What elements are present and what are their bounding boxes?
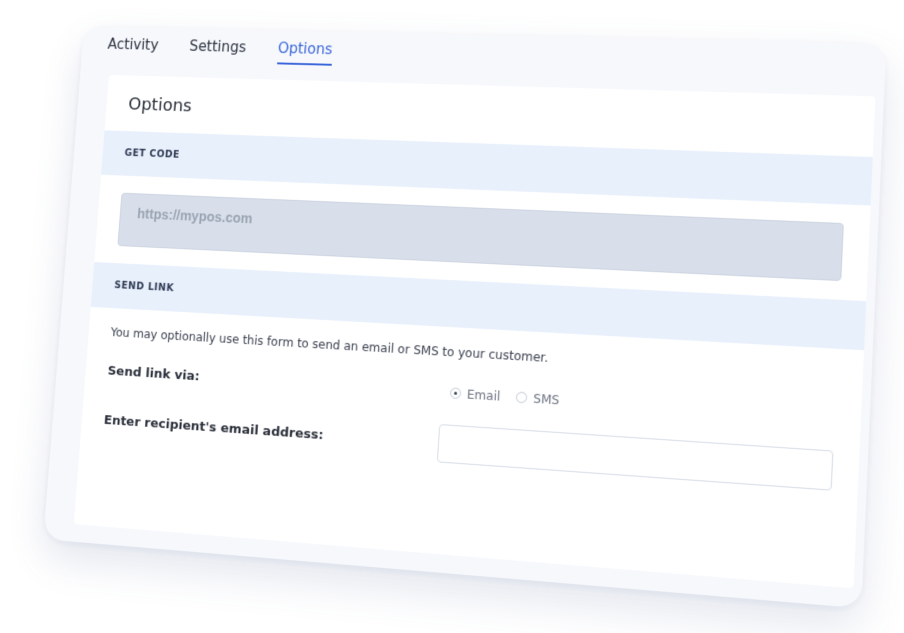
tab-options[interactable]: Options [277, 40, 333, 66]
tab-bar: Activity Settings Options [107, 36, 333, 66]
radio-email-dot[interactable] [450, 387, 462, 399]
send-via-radio-group: Email SMS [450, 386, 560, 407]
recipient-email-input[interactable] [437, 424, 834, 491]
radio-email[interactable]: Email [450, 386, 501, 403]
recipient-label: Enter recipient's email address: [103, 413, 438, 451]
tab-settings[interactable]: Settings [188, 37, 247, 63]
stage: Activity Settings Options Options GET CO… [0, 0, 904, 633]
tab-activity[interactable]: Activity [107, 36, 160, 62]
radio-sms[interactable]: SMS [516, 390, 560, 407]
options-panel: Options GET CODE https://mypos.com SEND … [74, 75, 876, 588]
options-card: Activity Settings Options Options GET CO… [43, 26, 886, 609]
radio-email-label: Email [467, 387, 501, 403]
radio-sms-dot[interactable] [516, 392, 528, 404]
radio-sms-label: SMS [533, 391, 560, 407]
